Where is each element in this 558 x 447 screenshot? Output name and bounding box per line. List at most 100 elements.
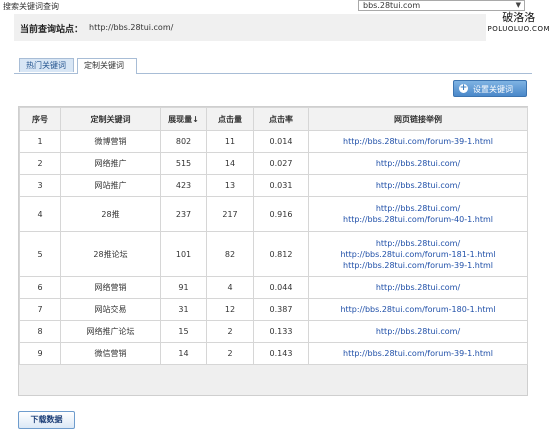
header-ctr: 点击率	[253, 107, 309, 131]
chevron-down-icon[interactable]: ▼	[516, 1, 521, 9]
row-no: 9	[19, 342, 61, 365]
watermark-cn: 破洛洛	[502, 11, 536, 24]
table-row: 5 28推论坛 101 82 0.812 http://bbs.28tui.com/htt…	[19, 231, 528, 277]
table-row: 4 28推 237 217 0.916 http://bbs.28tui.com/http…	[19, 196, 528, 232]
row-clicks: 12	[206, 298, 254, 321]
row-views: 15	[160, 320, 207, 343]
download-data-button[interactable]: 下载数据	[18, 411, 75, 429]
row-no: 7	[19, 298, 61, 321]
url-link[interactable]: http://bbs.28tui.com/	[309, 282, 527, 293]
row-url-examples: http://bbs.28tui.com/http://bbs.28tui.co…	[308, 196, 528, 232]
url-link[interactable]: http://bbs.28tui.com/forum-39-1.html	[309, 136, 527, 147]
row-keyword: 微博营销	[60, 130, 161, 153]
current-site-url: http://bbs.28tui.com/	[89, 23, 174, 32]
row-keyword: 网络推广	[60, 152, 161, 175]
url-link[interactable]: http://bbs.28tui.com/	[309, 203, 527, 214]
row-views: 423	[160, 174, 207, 197]
table-row: 3 网站推广 423 13 0.031 http://bbs.28tui.com/	[19, 174, 528, 197]
row-clicks: 11	[206, 130, 254, 153]
watermark-logo: 破洛洛 POLUOLUO.COM	[488, 9, 550, 33]
row-url-examples: http://bbs.28tui.com/	[308, 174, 528, 197]
tab-hot-keywords[interactable]: 热门关键词	[19, 58, 74, 72]
plus-icon: +	[459, 83, 468, 93]
row-ctr: 0.031	[253, 174, 309, 197]
header-clicks: 点击量	[206, 107, 254, 131]
row-no: 5	[19, 231, 61, 277]
row-keyword: 28推论坛	[60, 231, 161, 277]
url-link[interactable]: http://bbs.28tui.com/forum-39-1.html	[309, 260, 527, 271]
row-url-examples: http://bbs.28tui.com/forum-180-1.html	[308, 298, 528, 321]
row-ctr: 0.387	[253, 298, 309, 321]
row-url-examples: http://bbs.28tui.com/forum-39-1.html	[308, 130, 528, 153]
url-link[interactable]: http://bbs.28tui.com/	[309, 326, 527, 337]
url-link[interactable]: http://bbs.28tui.com/forum-180-1.html	[309, 304, 527, 315]
row-clicks: 4	[206, 276, 254, 299]
row-keyword: 网站交易	[60, 298, 161, 321]
header-url-example: 网页链接举例	[308, 107, 528, 131]
tab-custom-keywords[interactable]: 定制关键词	[77, 58, 137, 74]
table-header-row: 序号 定制关键词 展现量↓ 点击量 点击率 网页链接举例	[19, 107, 528, 131]
row-ctr: 0.014	[253, 130, 309, 153]
row-no: 6	[19, 276, 61, 299]
row-ctr: 0.916	[253, 196, 309, 232]
row-no: 2	[19, 152, 61, 175]
row-clicks: 2	[206, 320, 254, 343]
sort-desc-icon[interactable]: ↓	[192, 115, 199, 124]
row-keyword: 网络营销	[60, 276, 161, 299]
row-clicks: 2	[206, 342, 254, 365]
row-no: 4	[19, 196, 61, 232]
table-row: 6 网络营销 91 4 0.044 http://bbs.28tui.com/	[19, 276, 528, 299]
row-views: 802	[160, 130, 207, 153]
current-site-label: 当前查询站点：	[20, 25, 84, 35]
row-no: 1	[19, 130, 61, 153]
url-link[interactable]: http://bbs.28tui.com/forum-40-1.html	[309, 214, 527, 225]
url-link[interactable]: http://bbs.28tui.com/	[309, 180, 527, 191]
header-keyword: 定制关键词	[60, 107, 161, 131]
row-url-examples: http://bbs.28tui.com/	[308, 320, 528, 343]
query-type-label: 搜索关键词查询	[3, 2, 59, 11]
row-no: 3	[19, 174, 61, 197]
row-url-examples: http://bbs.28tui.com/	[308, 152, 528, 175]
site-select-value: bbs.28tui.com	[363, 1, 421, 10]
row-keyword: 28推	[60, 196, 161, 232]
row-clicks: 14	[206, 152, 254, 175]
url-link[interactable]: http://bbs.28tui.com/forum-39-1.html	[309, 348, 527, 359]
table-row: 9 微信营销 14 2 0.143 http://bbs.28tui.com/forum-…	[19, 342, 528, 365]
row-keyword: 网络推广论坛	[60, 320, 161, 343]
table-row: 7 网站交易 31 12 0.387 http://bbs.28tui.com/forum…	[19, 298, 528, 321]
row-ctr: 0.044	[253, 276, 309, 299]
keyword-table-container: 序号 定制关键词 展现量↓ 点击量 点击率 网页链接举例 1 微博营销 802 11 0…	[18, 106, 528, 396]
row-ctr: 0.812	[253, 231, 309, 277]
row-clicks: 82	[206, 231, 254, 277]
url-link[interactable]: http://bbs.28tui.com/	[309, 158, 527, 169]
table-row: 8 网络推广论坛 15 2 0.133 http://bbs.28tui.com/	[19, 320, 528, 343]
keyword-table: 序号 定制关键词 展现量↓ 点击量 点击率 网页链接举例 1 微博营销 802 11 0…	[19, 107, 528, 365]
row-views: 101	[160, 231, 207, 277]
url-link[interactable]: http://bbs.28tui.com/	[309, 238, 527, 249]
row-url-examples: http://bbs.28tui.com/http://bbs.28tui.co…	[308, 231, 528, 277]
row-ctr: 0.143	[253, 342, 309, 365]
row-ctr: 0.027	[253, 152, 309, 175]
row-views: 14	[160, 342, 207, 365]
watermark-en: POLUOLUO.COM	[487, 25, 550, 33]
header-views[interactable]: 展现量↓	[160, 107, 207, 131]
current-site-bar: 当前查询站点： http://bbs.28tui.com/	[14, 14, 486, 41]
row-url-examples: http://bbs.28tui.com/	[308, 276, 528, 299]
table-row: 2 网络推广 515 14 0.027 http://bbs.28tui.com/	[19, 152, 528, 175]
row-views: 91	[160, 276, 207, 299]
url-link[interactable]: http://bbs.28tui.com/forum-181-1.html	[309, 249, 527, 260]
row-url-examples: http://bbs.28tui.com/forum-39-1.html	[308, 342, 528, 365]
header-views-label: 展现量	[168, 114, 193, 124]
row-ctr: 0.133	[253, 320, 309, 343]
row-views: 237	[160, 196, 207, 232]
header-no: 序号	[19, 107, 61, 131]
set-keyword-button[interactable]: + 设置关键词	[453, 80, 527, 97]
top-bar: 搜索关键词查询 bbs.28tui.com ▼	[0, 0, 558, 12]
row-views: 515	[160, 152, 207, 175]
row-clicks: 13	[206, 174, 254, 197]
row-clicks: 217	[206, 196, 254, 232]
set-keyword-label: 设置关键词	[473, 85, 513, 94]
row-keyword: 微信营销	[60, 342, 161, 365]
row-keyword: 网站推广	[60, 174, 161, 197]
tab-bar: 热门关键词 定制关键词	[14, 57, 532, 74]
